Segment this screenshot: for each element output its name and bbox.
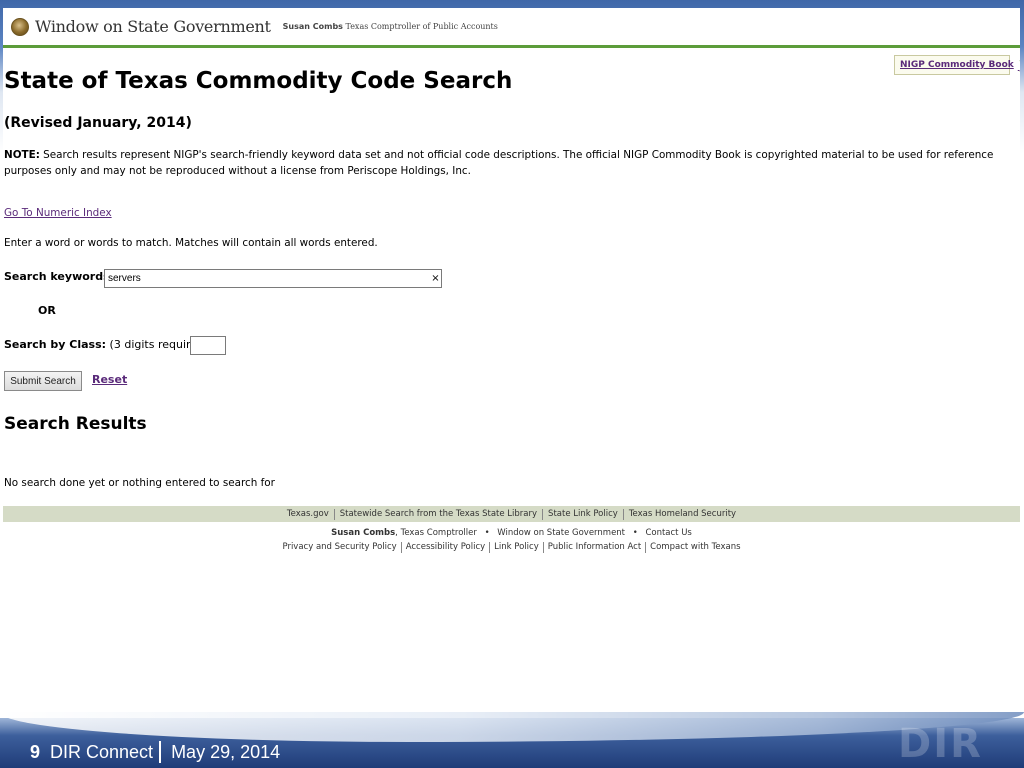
bullet-separator: • [484,528,490,538]
results-heading: Search Results [4,414,147,434]
or-label: OR [38,304,56,317]
slide-footer-divider [159,741,162,763]
class-label-bold: Search by Class: [4,338,107,351]
note-paragraph: NOTE: Search results represent NIGP's se… [4,147,1020,179]
nigp-commodity-book-link[interactable]: NIGP Commodity Book ❯ [894,55,1020,75]
footer-policy-accessibility[interactable]: Accessibility Policy [402,542,491,553]
keywords-label: Search keywords: [4,270,115,283]
comptroller-title: Texas Comptroller of Public Accounts [345,22,498,31]
clear-input-icon[interactable]: × [430,270,441,287]
slide-date: May 29, 2014 [171,741,281,762]
footer-policy-public-info[interactable]: Public Information Act [544,542,647,553]
class-input[interactable] [190,336,226,355]
search-instructions: Enter a word or words to match. Matches … [4,237,378,249]
footer-link-state-link-policy[interactable]: State Link Policy [543,508,624,520]
footer-name-suffix: , Texas Comptroller [395,528,477,538]
footer-policy-compact[interactable]: Compact with Texans [646,542,744,553]
site-subtitle: Susan Combs Texas Comptroller of Public … [283,22,498,31]
footer-policy-privacy[interactable]: Privacy and Security Policy [278,542,402,553]
footer-contact-link[interactable]: Contact Us [645,528,691,538]
results-message: No search done yet or nothing entered to… [4,477,275,489]
keywords-input[interactable] [104,269,442,288]
note-text: Search results represent NIGP's search-f… [4,149,994,177]
note-label: NOTE: [4,149,40,161]
footer-name: Susan Combs [331,528,396,538]
bullet-separator: • [632,528,638,538]
dir-logo: DIR [898,721,983,767]
footer-policies: Privacy and Security Policy Accessibilit… [3,542,1020,553]
footer-links-bar: Texas.gov Statewide Search from the Texa… [3,506,1020,522]
revised-date: (Revised January, 2014) [4,115,192,131]
reset-link[interactable]: Reset [92,373,127,386]
arrow-leaf-icon: ❯ [1018,59,1020,72]
footer-credits: Susan Combs, Texas Comptroller • Window … [3,528,1020,538]
footer-window-link[interactable]: Window on State Government [497,528,625,538]
slide-org: DIR Connect [50,741,154,762]
slide-page-number: 9 [30,741,41,762]
site-header: Window on State Government Susan Combs T… [3,8,1020,48]
footer-policy-link[interactable]: Link Policy [490,542,544,553]
submit-search-button[interactable]: Submit Search [4,371,82,391]
nigp-book-label: NIGP Commodity Book [900,60,1014,70]
footer-link-homeland-security[interactable]: Texas Homeland Security [624,509,741,520]
page-title: State of Texas Commodity Code Search [4,68,513,94]
class-search-label: Search by Class: (3 digits required) [4,338,208,351]
numeric-index-link[interactable]: Go To Numeric Index [4,207,112,219]
footer-link-texas-gov[interactable]: Texas.gov [282,508,335,520]
site-logo[interactable]: Window on State Government [35,17,271,36]
footer-link-statewide-search[interactable]: Statewide Search from the Texas State Li… [335,508,544,520]
browser-screenshot: Window on State Government Susan Combs T… [3,8,1020,722]
slide-footer: 9 DIR Connect May 29, 2014 [30,740,280,764]
comptroller-name: Susan Combs [282,22,343,31]
state-seal-icon [11,17,29,36]
